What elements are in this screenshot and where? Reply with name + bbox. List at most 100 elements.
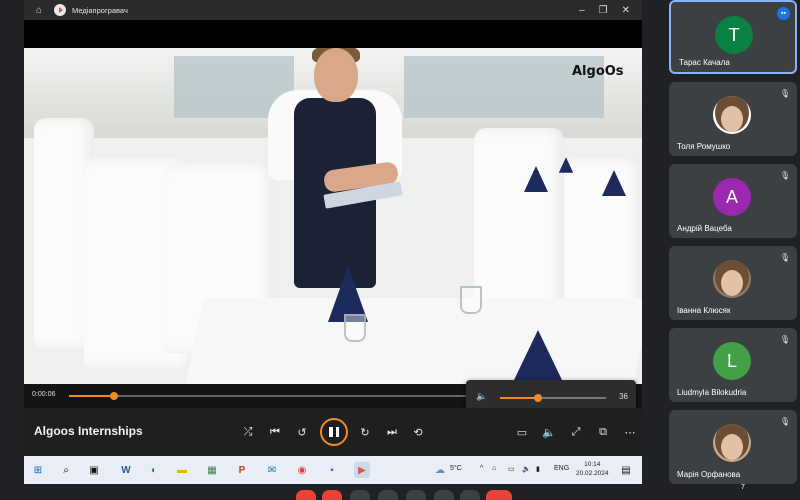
participant-tile[interactable]: Толя Ромушко 🎙 [669, 82, 797, 156]
weather-temp: 5°C [450, 465, 462, 472]
notifications-icon[interactable]: ▤ [618, 462, 634, 478]
avatar [713, 260, 751, 298]
taskbar-clock[interactable]: 10:14 20.02.2024 [576, 460, 609, 478]
participant-name: Іванна Клюсяк [677, 306, 731, 315]
napkin [514, 330, 562, 380]
input-language[interactable]: ENG [554, 465, 569, 472]
wine-glass [460, 286, 482, 314]
table [184, 298, 642, 384]
participant-name: Тарас Качала [679, 58, 730, 67]
video-watermark-logo: AlgoOs [572, 64, 624, 79]
home-icon[interactable]: ⌂ [32, 3, 46, 17]
store-icon[interactable]: ▦ [204, 462, 220, 478]
napkin [524, 166, 548, 192]
speaking-indicator-icon: ▪▪ [777, 7, 790, 20]
reactions-button[interactable] [378, 490, 398, 500]
save-icon[interactable]: ▪ [324, 462, 340, 478]
media-player-taskbar-icon[interactable]: ▶ [354, 462, 370, 478]
participant-tile[interactable]: L Liudmyla Bilokudria 🎙 [669, 328, 797, 402]
windows-taskbar: ⊞ ⌕ ▣ W ◐ ▬ ▦ P ✉ ◉ ▪ ▶ ☁ 5°C ^ ⌂ ▭ 🔈 ▮ … [24, 456, 642, 484]
speaker-icon[interactable]: 🔈 [522, 465, 531, 473]
mic-off-icon: 🎙 [779, 416, 791, 426]
previous-icon[interactable]: ⏮ [267, 424, 283, 440]
fullscreen-icon[interactable]: ⤢ [568, 424, 584, 440]
present-button[interactable] [406, 490, 426, 500]
elapsed-time: 0:00:06 [32, 391, 56, 398]
participant-name: Марія Орфанова [677, 470, 741, 479]
volume-level [500, 397, 539, 399]
network-icon[interactable]: ⌂ [492, 465, 496, 472]
chrome-icon[interactable]: ◉ [294, 462, 310, 478]
rewind-10-icon[interactable]: ↺ [294, 424, 310, 440]
close-icon[interactable]: ✕ [622, 5, 630, 16]
leave-call-button[interactable] [486, 490, 512, 500]
powerpoint-icon[interactable]: P [234, 462, 250, 478]
mic-button[interactable] [296, 490, 316, 500]
forward-30-icon[interactable]: ↻ [357, 424, 373, 440]
shared-screen: ⌂ Медіапрогравач – ❐ ✕ AlgoOs 0:00:06 🔈 … [24, 0, 642, 484]
avatar: A [713, 178, 751, 216]
edge-icon[interactable]: ◐ [146, 462, 162, 478]
participant-name: Liudmyla Bilokudria [677, 388, 747, 397]
mic-off-icon: 🎙 [779, 170, 791, 180]
meeting-control-bar [0, 484, 800, 500]
avatar [713, 96, 751, 134]
player-controls: Algoos Internships ⤮ ⏮ ↺ ↻ ⏭ ⟲ ▭ 🔈 ⤢ ⧉ ⋯ [24, 408, 642, 456]
windows-start-icon[interactable]: ⊞ [30, 462, 46, 478]
media-player-titlebar: ⌂ Медіапрогравач – ❐ ✕ [24, 0, 642, 20]
participant-tile[interactable]: Іванна Клюсяк 🎙 [669, 246, 797, 320]
seek-track[interactable] [69, 392, 479, 400]
participant-tile[interactable]: Марія Орфанова 🎙 [669, 410, 797, 484]
tray-chevron-icon[interactable]: ^ [480, 465, 483, 472]
shuffle-icon[interactable]: ⤮ [240, 424, 256, 440]
volume-value: 36 [619, 392, 628, 401]
battery-icon[interactable]: ▮ [536, 465, 540, 473]
napkin [602, 170, 626, 196]
volume-slider[interactable] [500, 394, 606, 402]
captions-button[interactable] [350, 490, 370, 500]
minimize-icon[interactable]: – [579, 5, 585, 16]
clock-date: 20.02.2024 [576, 470, 609, 477]
participant-name: Толя Ромушко [677, 142, 731, 151]
search-icon[interactable]: ⌕ [58, 462, 74, 478]
avatar-photo [721, 270, 743, 296]
more-icon[interactable]: ⋯ [622, 424, 638, 440]
mic-off-icon: 🎙 [779, 88, 791, 98]
avatar: T [715, 16, 753, 54]
participant-tile[interactable]: T Тарас Качала ▪▪ [669, 0, 797, 74]
seek-handle[interactable] [110, 392, 119, 400]
seek-progress [69, 395, 115, 397]
chair [474, 128, 564, 308]
video-letterbox [24, 20, 642, 48]
media-title: Algoos Internships [34, 424, 143, 438]
tray-app-icon[interactable]: ▭ [508, 465, 515, 473]
pause-icon [329, 427, 339, 437]
volume-handle[interactable] [534, 394, 543, 402]
repeat-off-icon[interactable]: ⟲ [410, 424, 426, 440]
avatar: L [713, 342, 751, 380]
participant-tile[interactable]: A Андрій Вацеба 🎙 [669, 164, 797, 238]
file-explorer-icon[interactable]: ▬ [174, 462, 190, 478]
participant-name: Андрій Вацеба [677, 224, 732, 233]
word-icon[interactable]: W [118, 462, 134, 478]
camera-button[interactable] [322, 490, 342, 500]
volume-icon[interactable]: 🔈 [476, 391, 488, 403]
task-view-icon[interactable]: ▣ [86, 462, 102, 478]
avatar [713, 424, 751, 462]
video-frame[interactable]: AlgoOs [24, 48, 642, 384]
miniplayer-icon[interactable]: ⧉ [595, 424, 611, 440]
raise-hand-button[interactable] [434, 490, 454, 500]
participant-count-badge: 7 [741, 484, 745, 491]
maximize-icon[interactable]: ❐ [599, 5, 608, 16]
more-options-button[interactable] [460, 490, 480, 500]
captions-icon[interactable]: ▭ [514, 424, 530, 440]
mail-icon[interactable]: ✉ [264, 462, 280, 478]
volume-button-icon[interactable]: 🔈 [541, 424, 557, 440]
next-icon[interactable]: ⏭ [384, 424, 400, 440]
mic-off-icon: 🎙 [779, 252, 791, 262]
window-controls: – ❐ ✕ [579, 5, 630, 16]
pause-button[interactable] [320, 418, 348, 446]
weather-icon[interactable]: ☁ [432, 462, 448, 478]
window-title: Медіапрогравач [72, 5, 128, 15]
meeting-window: ⌂ Медіапрогравач – ❐ ✕ AlgoOs 0:00:06 🔈 … [0, 0, 800, 500]
